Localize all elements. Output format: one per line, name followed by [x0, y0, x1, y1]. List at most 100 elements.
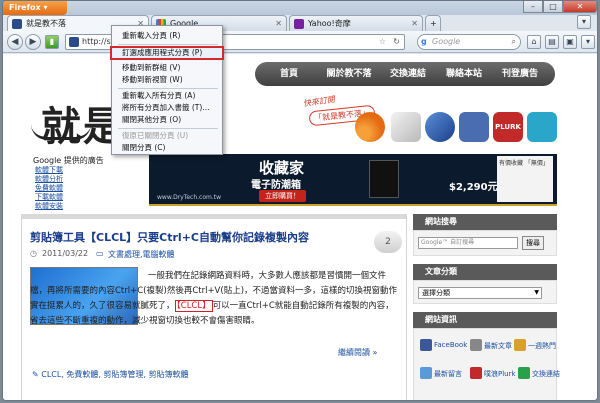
sidebar-category-head: 文章分類	[413, 264, 557, 280]
pen-icon[interactable]	[425, 112, 455, 142]
nav-home[interactable]: 首頁	[271, 67, 307, 81]
chevron-down-icon: ▼	[534, 289, 539, 296]
close-window-button[interactable]: ✕	[563, 1, 597, 13]
menu-undo-close-tab: 復原已關閉分頁 (U)	[122, 131, 189, 140]
nav-advertise[interactable]: 刊登廣告	[493, 67, 547, 81]
link-facebook[interactable]: FaceBook	[434, 341, 467, 349]
sidebar-info-head: 網站資訊	[413, 312, 557, 328]
nav-contact[interactable]: 聯絡本站	[439, 67, 489, 81]
title-bar: Firefox ▾ – □ ✕	[3, 1, 597, 15]
logo-swoosh-icon	[31, 124, 91, 140]
exchange-icon	[518, 367, 530, 379]
share-icon[interactable]	[527, 112, 557, 142]
link-plurk[interactable]: 噗浪Plurk	[484, 369, 516, 379]
excerpt-highlight: 【CLCL】	[174, 300, 213, 312]
maximize-button[interactable]: □	[543, 1, 563, 13]
category-panel: 選擇分類 ▼	[413, 280, 557, 304]
article-date: 2011/03/22	[42, 249, 89, 258]
toolbar-menu-icon[interactable]: ▾	[581, 35, 595, 49]
site-identity-icon	[69, 37, 79, 47]
list-all-tabs-icon[interactable]: ▾	[577, 15, 591, 29]
minimize-button[interactable]: –	[523, 1, 543, 13]
article-excerpt: 一般我們在記錄網路資料時，大多數人應該都是習慣開一個文件檔，再將所需要的內容Ct…	[30, 269, 402, 329]
page-content: 首頁 關於教不落 交換連結 聯絡本站 刊登廣告 就是教 快來訂閱 「就是教不落」…	[3, 54, 597, 400]
firefox-menu-button[interactable]: Firefox ▾	[3, 1, 67, 15]
article-tags[interactable]: ✎ CLCL, 免費軟體, 剪貼簿管理, 剪貼簿軟體	[32, 369, 189, 380]
link-exchange[interactable]: 交換連結	[532, 369, 560, 379]
link-latest-posts[interactable]: 最新文章	[484, 341, 512, 351]
banner-subtitle: 電子防潮箱	[251, 180, 301, 191]
magnifier-icon[interactable]: ⌕	[512, 35, 516, 49]
rss-icon[interactable]	[355, 112, 385, 142]
download-icon[interactable]: ▣	[563, 35, 577, 49]
menu-reload-tab[interactable]: 重新載入分頁 (R)	[112, 30, 222, 42]
google-search-icon: g	[421, 37, 427, 46]
ad-banner[interactable]: 收藏家 電子防潮箱 立即購買！ www.DryTech.com.tw $2,29…	[149, 154, 557, 206]
menu-separator	[118, 128, 218, 129]
plurk-icon[interactable]: PLURK	[493, 112, 523, 142]
home-icon[interactable]: ⌂	[527, 35, 541, 49]
tab-yahoo[interactable]: Yahoo!奇摩 ✕	[289, 15, 423, 31]
article-card: 剪貼簿工具【CLCL】只要Ctrl+C自動幫你記錄複製內容 ◷ 2011/03/…	[21, 214, 407, 400]
comment-count-badge[interactable]: 2	[374, 231, 402, 253]
subscribe-stamp: 快來訂閱	[302, 94, 336, 109]
article-title[interactable]: 剪貼簿工具【CLCL】只要Ctrl+C自動幫你記錄複製內容	[30, 229, 309, 245]
banner-buy-button[interactable]: 立即購買！	[259, 190, 306, 202]
ad-link[interactable]: 軟體安裝	[35, 201, 63, 211]
yahoo-favicon-icon	[294, 19, 304, 29]
bookmark-star-icon[interactable]: ☆	[379, 35, 386, 49]
menu-close-tab[interactable]: 關閉分頁 (C)	[112, 142, 222, 154]
read-more-link[interactable]: 繼續閱讀 »	[338, 347, 377, 358]
new-tab-button[interactable]: +	[425, 15, 441, 31]
banner-url: www.DryTech.com.tw	[157, 194, 222, 201]
tab-label: Yahoo!奇摩	[308, 19, 351, 28]
info-panel: FaceBook 最新文章 一週熱門 最新留言 噗浪Plurk 交換連結	[413, 328, 560, 400]
facebook-icon[interactable]	[459, 112, 489, 142]
folder-icon: ▭	[96, 249, 104, 258]
email-icon[interactable]	[391, 112, 421, 142]
search-bar[interactable]: g Google ⌕	[417, 34, 521, 50]
menu-close-other-tabs[interactable]: 關閉其他分頁 (O)	[112, 114, 222, 126]
nav-links[interactable]: 交換連結	[383, 67, 433, 81]
banner-price: $2,290元	[449, 182, 498, 193]
menu-separator	[118, 44, 218, 45]
link-weekly-hot[interactable]: 一週熱門	[528, 341, 556, 351]
plurk-small-icon	[470, 367, 482, 379]
close-tab-icon[interactable]: ✕	[411, 16, 418, 31]
browser-window: Firefox ▾ – □ ✕ 就是教不落 ✕ Google ✕ Yahoo!奇…	[2, 0, 598, 401]
close-tab-icon[interactable]: ✕	[275, 16, 282, 31]
menu-reload-all-tabs[interactable]: 重新載入所有分頁 (A)	[112, 90, 222, 102]
tag-icon: ✎	[32, 370, 42, 379]
firefox-menu-label: Firefox	[9, 3, 41, 12]
search-box-panel: Google™ 自訂搜尋 搜尋	[413, 230, 557, 256]
menu-move-to-window[interactable]: 移動到新視窗 (W)	[112, 74, 222, 86]
hot-icon	[514, 339, 526, 351]
signal-icon[interactable]: ▮	[45, 35, 59, 49]
menu-separator	[118, 88, 218, 89]
forward-button[interactable]: ▶	[25, 34, 41, 50]
bookmarks-icon[interactable]: ▤	[545, 35, 559, 49]
tab-context-menu: 重新載入分頁 (R) 釘選成應用程式分頁 (P) 移動到新群組 (V) 移動到新…	[110, 25, 224, 155]
menu-bookmark-all-tabs[interactable]: 將所有分頁加入書籤 (T)...	[112, 102, 222, 114]
menu-pin-as-app-tab[interactable]: 釘選成應用程式分頁 (P)	[110, 46, 224, 60]
site-nav-bar: 首頁 關於教不落 交換連結 聯絡本站 刊登廣告	[255, 62, 555, 86]
site-search-button[interactable]: 搜尋	[522, 236, 544, 250]
menu-move-to-group[interactable]: 移動到新群組 (V)	[112, 62, 222, 74]
tab-strip: 就是教不落 ✕ Google ✕ Yahoo!奇摩 ✕ + ▾	[3, 14, 597, 31]
link-latest-comments[interactable]: 最新留言	[434, 369, 462, 379]
tags-text[interactable]: CLCL, 免費軟體, 剪貼簿管理, 剪貼簿軟體	[41, 370, 188, 379]
category-select-value: 選擇分類	[422, 289, 450, 297]
tab-label: 就是教不落	[26, 19, 66, 28]
reload-icon[interactable]: ↻	[393, 35, 400, 49]
dry-cabinet-image	[369, 160, 399, 198]
back-button[interactable]: ◀	[7, 34, 23, 50]
banner-title: 收藏家	[259, 159, 305, 177]
banner-right-panel: 有價收藏 「無價」	[497, 156, 553, 202]
search-placeholder: Google	[432, 37, 461, 46]
nav-about[interactable]: 關於教不落	[319, 67, 379, 81]
category-select[interactable]: 選擇分類 ▼	[418, 287, 542, 299]
site-favicon-icon	[12, 19, 22, 29]
article-category[interactable]: 文書處理,電腦軟體	[108, 249, 175, 260]
site-search-input[interactable]: Google™ 自訂搜尋	[418, 237, 518, 249]
clock-icon: ◷	[30, 249, 37, 258]
